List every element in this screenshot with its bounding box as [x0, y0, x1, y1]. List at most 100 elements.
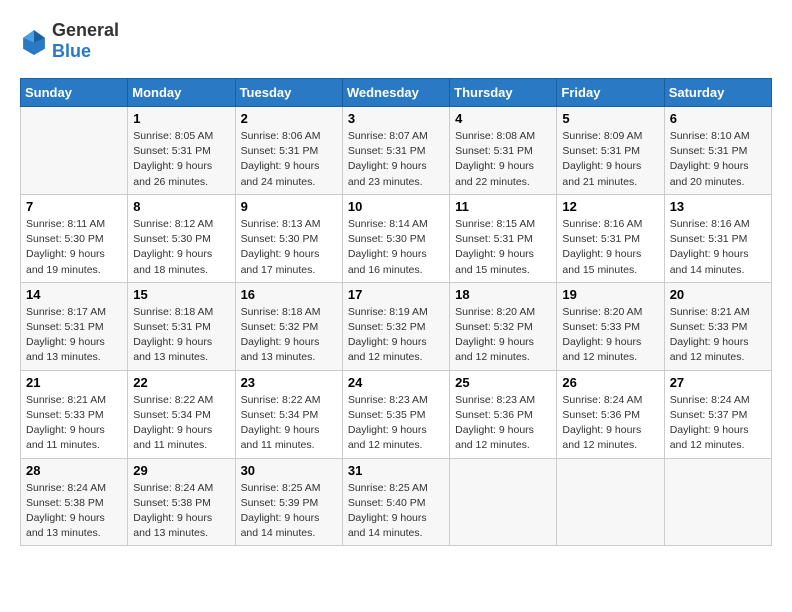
day-number: 22: [133, 375, 229, 390]
day-number: 10: [348, 199, 444, 214]
calendar-cell: 12Sunrise: 8:16 AMSunset: 5:31 PMDayligh…: [557, 194, 664, 282]
day-of-week-header: Wednesday: [342, 79, 449, 107]
day-number: 3: [348, 111, 444, 126]
day-detail: Sunrise: 8:24 AMSunset: 5:37 PMDaylight:…: [670, 393, 766, 454]
calendar-week-row: 7 Sunrise: 8:11 AMSunset: 5:30 PMDaylight…: [21, 194, 772, 282]
calendar-week-row: 1 Sunrise: 8:05 AMSunset: 5:31 PMDaylight…: [21, 107, 772, 195]
day-number: 18: [455, 287, 551, 302]
day-detail: Sunrise: 8:22 AMSunset: 5:34 PMDaylight:…: [133, 393, 229, 454]
day-detail: Sunrise: 8:20 AMSunset: 5:32 PMDaylight:…: [455, 305, 551, 366]
calendar-cell: 3 Sunrise: 8:07 AMSunset: 5:31 PMDaylight…: [342, 107, 449, 195]
day-detail: Sunrise: 8:19 AMSunset: 5:32 PMDaylight:…: [348, 305, 444, 366]
day-number: 13: [670, 199, 766, 214]
day-number: 23: [241, 375, 337, 390]
day-detail: Sunrise: 8:07 AMSunset: 5:31 PMDaylight:…: [348, 129, 444, 190]
day-number: 12: [562, 199, 658, 214]
calendar-cell: 23 Sunrise: 8:22 AMSunset: 5:34 PMDayligh…: [235, 370, 342, 458]
day-of-week-header: Sunday: [21, 79, 128, 107]
calendar-cell: 29 Sunrise: 8:24 AMSunset: 5:38 PMDayligh…: [128, 458, 235, 546]
day-detail: Sunrise: 8:17 AMSunset: 5:31 PMDaylight:…: [26, 305, 122, 366]
logo-general-text: General: [52, 20, 119, 40]
calendar-week-row: 28 Sunrise: 8:24 AMSunset: 5:38 PMDayligh…: [21, 458, 772, 546]
day-number: 29: [133, 463, 229, 478]
day-number: 15: [133, 287, 229, 302]
day-detail: Sunrise: 8:25 AMSunset: 5:40 PMDaylight:…: [348, 481, 444, 542]
calendar-cell: 19 Sunrise: 8:20 AMSunset: 5:33 PMDayligh…: [557, 282, 664, 370]
day-detail: Sunrise: 8:20 AMSunset: 5:33 PMDaylight:…: [562, 305, 658, 366]
day-detail: Sunrise: 8:21 AMSunset: 5:33 PMDaylight:…: [26, 393, 122, 454]
day-detail: Sunrise: 8:10 AMSunset: 5:31 PMDaylight:…: [670, 129, 766, 190]
calendar-cell: 30Sunrise: 8:25 AMSunset: 5:39 PMDayligh…: [235, 458, 342, 546]
day-of-week-header: Monday: [128, 79, 235, 107]
calendar-cell: 4Sunrise: 8:08 AMSunset: 5:31 PMDaylight…: [450, 107, 557, 195]
calendar-cell: 11Sunrise: 8:15 AMSunset: 5:31 PMDayligh…: [450, 194, 557, 282]
calendar-cell: 18 Sunrise: 8:20 AMSunset: 5:32 PMDayligh…: [450, 282, 557, 370]
day-of-week-header: Thursday: [450, 79, 557, 107]
calendar-cell: 1 Sunrise: 8:05 AMSunset: 5:31 PMDaylight…: [128, 107, 235, 195]
day-detail: Sunrise: 8:24 AMSunset: 5:38 PMDaylight:…: [26, 481, 122, 542]
calendar-cell: 6 Sunrise: 8:10 AMSunset: 5:31 PMDaylight…: [664, 107, 771, 195]
header-row: SundayMondayTuesdayWednesdayThursdayFrid…: [21, 79, 772, 107]
day-detail: Sunrise: 8:05 AMSunset: 5:31 PMDaylight:…: [133, 129, 229, 190]
calendar-cell: 24 Sunrise: 8:23 AMSunset: 5:35 PMDayligh…: [342, 370, 449, 458]
day-of-week-header: Tuesday: [235, 79, 342, 107]
calendar-cell: 13 Sunrise: 8:16 AMSunset: 5:31 PMDayligh…: [664, 194, 771, 282]
day-number: 28: [26, 463, 122, 478]
day-number: 4: [455, 111, 551, 126]
day-number: 2: [241, 111, 337, 126]
calendar-cell: 2 Sunrise: 8:06 AMSunset: 5:31 PMDaylight…: [235, 107, 342, 195]
day-detail: Sunrise: 8:06 AMSunset: 5:31 PMDaylight:…: [241, 129, 337, 190]
calendar-cell: 8 Sunrise: 8:12 AMSunset: 5:30 PMDaylight…: [128, 194, 235, 282]
day-of-week-header: Friday: [557, 79, 664, 107]
day-detail: Sunrise: 8:22 AMSunset: 5:34 PMDaylight:…: [241, 393, 337, 454]
calendar-cell: 28 Sunrise: 8:24 AMSunset: 5:38 PMDayligh…: [21, 458, 128, 546]
day-detail: Sunrise: 8:23 AMSunset: 5:36 PMDaylight:…: [455, 393, 551, 454]
day-detail: Sunrise: 8:12 AMSunset: 5:30 PMDaylight:…: [133, 217, 229, 278]
day-number: 24: [348, 375, 444, 390]
day-detail: Sunrise: 8:14 AMSunset: 5:30 PMDaylight:…: [348, 217, 444, 278]
day-detail: Sunrise: 8:16 AMSunset: 5:31 PMDaylight:…: [670, 217, 766, 278]
day-number: 27: [670, 375, 766, 390]
day-number: 14: [26, 287, 122, 302]
day-number: 31: [348, 463, 444, 478]
calendar-cell: [450, 458, 557, 546]
day-number: 7: [26, 199, 122, 214]
day-of-week-header: Saturday: [664, 79, 771, 107]
day-detail: Sunrise: 8:18 AMSunset: 5:31 PMDaylight:…: [133, 305, 229, 366]
day-detail: Sunrise: 8:18 AMSunset: 5:32 PMDaylight:…: [241, 305, 337, 366]
day-detail: Sunrise: 8:23 AMSunset: 5:35 PMDaylight:…: [348, 393, 444, 454]
calendar-cell: 9Sunrise: 8:13 AMSunset: 5:30 PMDaylight…: [235, 194, 342, 282]
day-detail: Sunrise: 8:24 AMSunset: 5:36 PMDaylight:…: [562, 393, 658, 454]
day-number: 5: [562, 111, 658, 126]
calendar-cell: 25Sunrise: 8:23 AMSunset: 5:36 PMDayligh…: [450, 370, 557, 458]
day-number: 6: [670, 111, 766, 126]
logo: General Blue: [20, 20, 119, 62]
calendar-cell: 16 Sunrise: 8:18 AMSunset: 5:32 PMDayligh…: [235, 282, 342, 370]
calendar-header: SundayMondayTuesdayWednesdayThursdayFrid…: [21, 79, 772, 107]
calendar-cell: 21 Sunrise: 8:21 AMSunset: 5:33 PMDayligh…: [21, 370, 128, 458]
day-detail: Sunrise: 8:25 AMSunset: 5:39 PMDaylight:…: [241, 481, 337, 542]
calendar-cell: 10 Sunrise: 8:14 AMSunset: 5:30 PMDayligh…: [342, 194, 449, 282]
day-number: 20: [670, 287, 766, 302]
calendar-cell: 14 Sunrise: 8:17 AMSunset: 5:31 PMDayligh…: [21, 282, 128, 370]
day-detail: Sunrise: 8:11 AMSunset: 5:30 PMDaylight:…: [26, 217, 122, 278]
calendar-cell: 26Sunrise: 8:24 AMSunset: 5:36 PMDayligh…: [557, 370, 664, 458]
day-detail: Sunrise: 8:13 AMSunset: 5:30 PMDaylight:…: [241, 217, 337, 278]
calendar-week-row: 21 Sunrise: 8:21 AMSunset: 5:33 PMDayligh…: [21, 370, 772, 458]
calendar-week-row: 14 Sunrise: 8:17 AMSunset: 5:31 PMDayligh…: [21, 282, 772, 370]
day-number: 19: [562, 287, 658, 302]
day-number: 8: [133, 199, 229, 214]
calendar-cell: 22 Sunrise: 8:22 AMSunset: 5:34 PMDayligh…: [128, 370, 235, 458]
calendar-cell: 27 Sunrise: 8:24 AMSunset: 5:37 PMDayligh…: [664, 370, 771, 458]
calendar-body: 1 Sunrise: 8:05 AMSunset: 5:31 PMDaylight…: [21, 107, 772, 546]
calendar-table: SundayMondayTuesdayWednesdayThursdayFrid…: [20, 78, 772, 546]
calendar-cell: [21, 107, 128, 195]
day-number: 1: [133, 111, 229, 126]
calendar-cell: [557, 458, 664, 546]
day-detail: Sunrise: 8:24 AMSunset: 5:38 PMDaylight:…: [133, 481, 229, 542]
day-number: 17: [348, 287, 444, 302]
day-number: 16: [241, 287, 337, 302]
calendar-cell: 5Sunrise: 8:09 AMSunset: 5:31 PMDaylight…: [557, 107, 664, 195]
day-number: 21: [26, 375, 122, 390]
calendar-cell: 17 Sunrise: 8:19 AMSunset: 5:32 PMDayligh…: [342, 282, 449, 370]
